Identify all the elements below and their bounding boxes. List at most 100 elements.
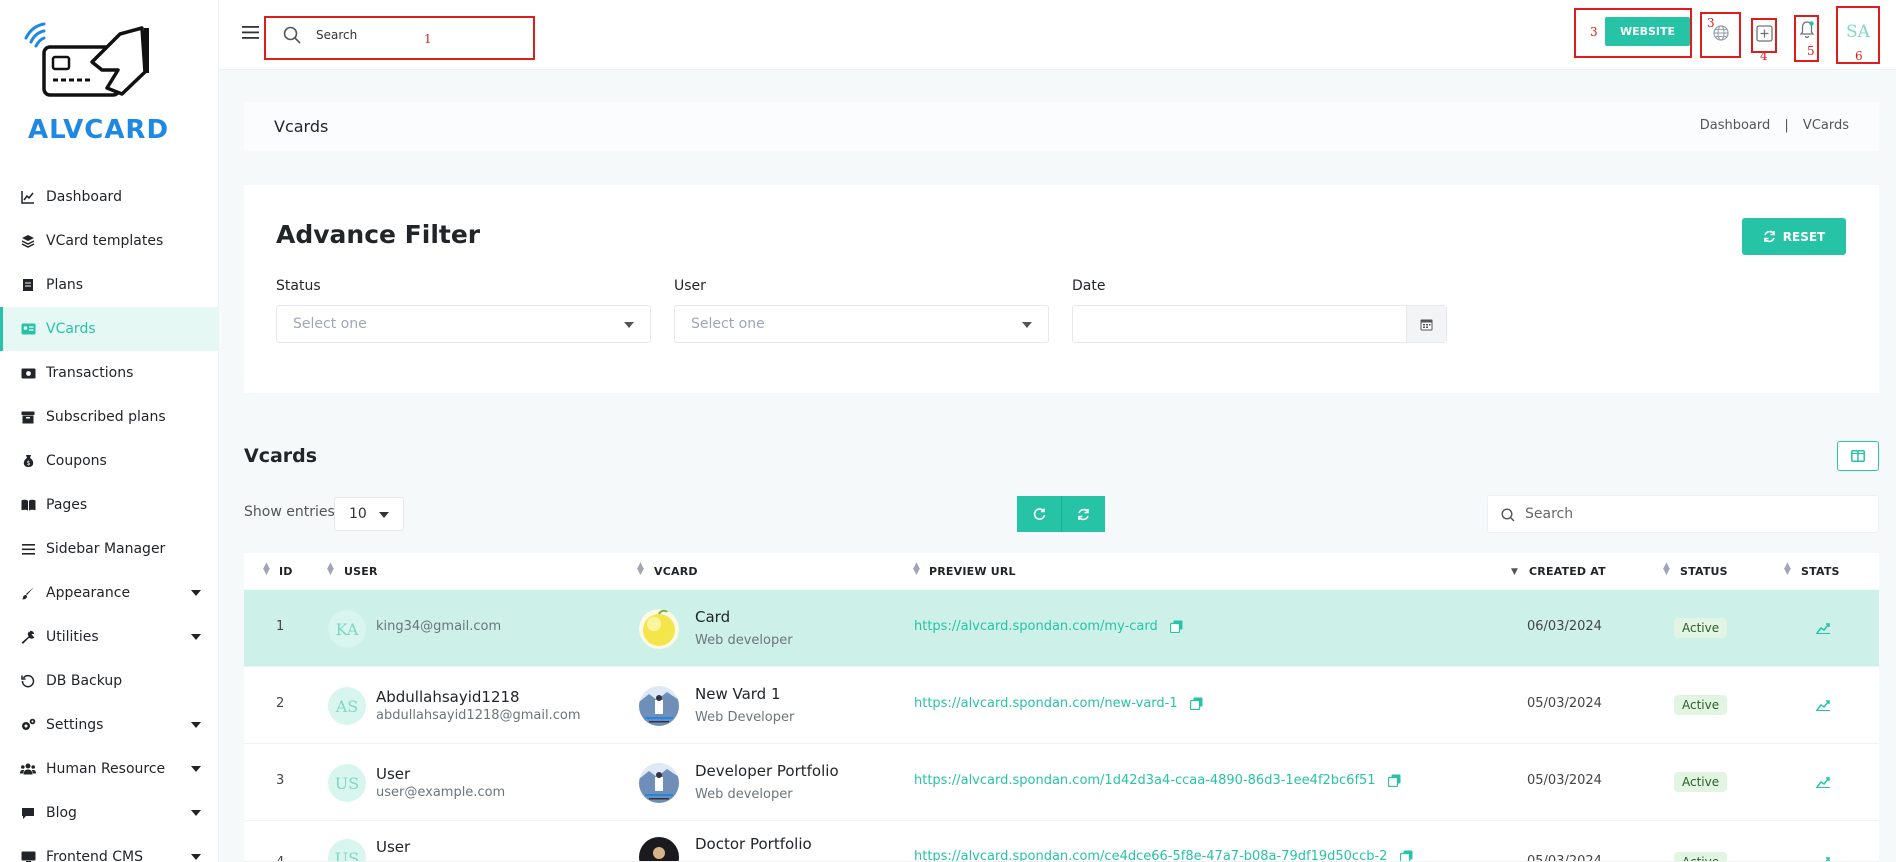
column-toggle-button[interactable] bbox=[1837, 441, 1879, 471]
user-avatar[interactable]: SA bbox=[1838, 12, 1878, 52]
table-row[interactable]: 3 US User user@example.com Developer Por… bbox=[244, 744, 1879, 821]
column-vcard[interactable]: VCARD bbox=[654, 565, 698, 578]
table-row[interactable]: 2 AS Abdullahsayid1218 abdullahsayid1218… bbox=[244, 667, 1879, 744]
columns-icon bbox=[1851, 450, 1865, 462]
table-row[interactable]: 4 US User Doctor Portfolio https://alvca… bbox=[244, 821, 1879, 862]
sidebar-item-pages[interactable]: Pages bbox=[0, 483, 219, 527]
table-search-input[interactable]: Search bbox=[1525, 506, 1573, 522]
preview-url-cell: https://alvcard.spondan.com/new-vard-1 bbox=[914, 696, 1203, 711]
globe-icon[interactable] bbox=[1713, 25, 1729, 45]
sidebar-item-settings[interactable]: Settings bbox=[0, 703, 219, 747]
vcard-name: New Vard 1 bbox=[695, 685, 781, 703]
copy-icon[interactable] bbox=[1387, 774, 1401, 787]
vcard-occupation: Web Developer bbox=[695, 710, 795, 725]
preview-url-link[interactable]: https://alvcard.spondan.com/new-vard-1 bbox=[914, 696, 1178, 711]
column-user[interactable]: USER bbox=[344, 565, 378, 578]
copy-icon[interactable] bbox=[1189, 697, 1203, 710]
chevron-down-icon bbox=[191, 766, 201, 772]
stats-trend-icon[interactable] bbox=[1816, 696, 1830, 715]
sidebar-item-subscribed-plans[interactable]: Subscribed plans bbox=[0, 395, 219, 439]
reload-button[interactable] bbox=[1017, 496, 1061, 532]
stats-trend-icon[interactable] bbox=[1816, 773, 1830, 792]
sidebar-item-label: Transactions bbox=[46, 365, 134, 381]
column-created-at[interactable]: CREATED AT bbox=[1529, 565, 1606, 578]
chevron-down-icon bbox=[191, 590, 201, 596]
sidebar-item-vcard-templates[interactable]: VCard templates bbox=[0, 219, 219, 263]
sidebar-item-human-resource[interactable]: Human Resource bbox=[0, 747, 219, 791]
preview-url-cell: https://alvcard.spondan.com/ce4dce66-5f8… bbox=[914, 849, 1413, 862]
notification-bell-icon[interactable] bbox=[1799, 20, 1815, 44]
annotation-label: 1 bbox=[424, 32, 432, 46]
search-icon bbox=[1501, 507, 1515, 526]
column-preview-url[interactable]: PREVIEW URL bbox=[929, 565, 1016, 578]
vcard-image bbox=[639, 686, 679, 726]
sidebar-item-coupons[interactable]: $ Coupons bbox=[0, 439, 219, 483]
sort-icon[interactable]: ▲ ▼ bbox=[637, 562, 644, 577]
header-search-input[interactable]: Search bbox=[316, 28, 357, 42]
refresh-button[interactable] bbox=[1061, 496, 1105, 532]
sort-icon[interactable]: ▲ ▼ bbox=[327, 562, 334, 577]
breadcrumb-current: VCards bbox=[1802, 118, 1849, 133]
sort-desc-icon[interactable]: ▼ bbox=[1511, 568, 1518, 577]
brand-logo[interactable]: ALVCARD bbox=[22, 22, 182, 147]
chevron-down-icon bbox=[191, 810, 201, 816]
sort-icon[interactable]: ▲ ▼ bbox=[1663, 562, 1670, 577]
advance-filter-card: Advance Filter RESET Status Select one U… bbox=[244, 185, 1879, 393]
table-title: Vcards bbox=[244, 445, 318, 467]
chevron-down-icon bbox=[191, 634, 201, 640]
reset-label: RESET bbox=[1782, 229, 1826, 244]
user-select[interactable]: Select one bbox=[674, 305, 1049, 343]
header-search[interactable]: Search 1 bbox=[264, 16, 535, 60]
breadcrumb-home-link[interactable]: Dashboard bbox=[1700, 118, 1771, 133]
sidebar-item-dashboard[interactable]: Dashboard bbox=[0, 175, 219, 219]
sort-icon[interactable]: ▲ ▼ bbox=[263, 562, 270, 577]
sidebar-item-appearance[interactable]: Appearance bbox=[0, 571, 219, 615]
entries-select[interactable]: 10 bbox=[334, 497, 404, 531]
sidebar-item-utilities[interactable]: Utilities bbox=[0, 615, 219, 659]
hamburger-menu-icon[interactable] bbox=[242, 24, 260, 40]
preview-url-link[interactable]: https://alvcard.spondan.com/ce4dce66-5f8… bbox=[914, 849, 1387, 861]
calendar-icon[interactable] bbox=[1406, 306, 1446, 342]
status-badge: Active bbox=[1674, 852, 1728, 861]
stats-trend-icon[interactable] bbox=[1816, 853, 1830, 861]
preview-url-link[interactable]: https://alvcard.spondan.com/my-card bbox=[914, 619, 1158, 634]
sort-icon[interactable]: ▲ ▼ bbox=[1784, 562, 1791, 577]
add-icon[interactable] bbox=[1756, 25, 1773, 46]
date-input[interactable] bbox=[1072, 305, 1447, 343]
wrench-icon bbox=[20, 629, 36, 645]
sort-icon[interactable]: ▲ ▼ bbox=[913, 562, 920, 577]
chevron-down-icon bbox=[379, 512, 389, 518]
row-id: 4 bbox=[276, 855, 284, 861]
column-id[interactable]: ID bbox=[279, 565, 293, 578]
stats-trend-icon[interactable] bbox=[1816, 619, 1830, 638]
sidebar-item-label: Subscribed plans bbox=[46, 409, 166, 425]
money-icon bbox=[20, 365, 36, 381]
vcard-occupation: Web developer bbox=[695, 787, 793, 802]
table-search[interactable]: Search bbox=[1487, 495, 1879, 533]
date-label: Date bbox=[1072, 278, 1106, 294]
sidebar-item-label: Pages bbox=[46, 497, 88, 513]
refresh-icon bbox=[1078, 508, 1089, 520]
reset-button[interactable]: RESET bbox=[1742, 218, 1846, 255]
website-button[interactable]: WEBSITE bbox=[1605, 17, 1690, 46]
column-status[interactable]: STATUS bbox=[1680, 565, 1728, 578]
copy-icon[interactable] bbox=[1169, 620, 1183, 633]
sidebar-item-vcards[interactable]: VCards bbox=[0, 307, 219, 351]
sidebar-item-db-backup[interactable]: DB Backup bbox=[0, 659, 219, 703]
sidebar-item-plans[interactable]: Plans bbox=[0, 263, 219, 307]
vcard-image bbox=[639, 837, 679, 861]
filter-title: Advance Filter bbox=[276, 220, 481, 249]
copy-icon[interactable] bbox=[1399, 850, 1413, 862]
sidebar-item-transactions[interactable]: Transactions bbox=[0, 351, 219, 395]
sidebar-item-sidebar-manager[interactable]: Sidebar Manager bbox=[0, 527, 219, 571]
refresh-icon bbox=[1763, 230, 1775, 243]
table-row[interactable]: 1 KA king34@gmail.com Card Web developer… bbox=[244, 590, 1879, 667]
status-select[interactable]: Select one bbox=[276, 305, 651, 343]
sidebar-item-blog[interactable]: Blog bbox=[0, 791, 219, 835]
sidebar-item-frontend-cms[interactable]: Frontend CMS bbox=[0, 835, 219, 862]
layers-icon bbox=[20, 233, 36, 249]
cms-icon bbox=[20, 849, 36, 862]
preview-url-link[interactable]: https://alvcard.spondan.com/1d42d3a4-cca… bbox=[914, 773, 1376, 788]
sidebar-item-label: Human Resource bbox=[46, 761, 166, 777]
column-stats[interactable]: STATS bbox=[1801, 565, 1840, 578]
